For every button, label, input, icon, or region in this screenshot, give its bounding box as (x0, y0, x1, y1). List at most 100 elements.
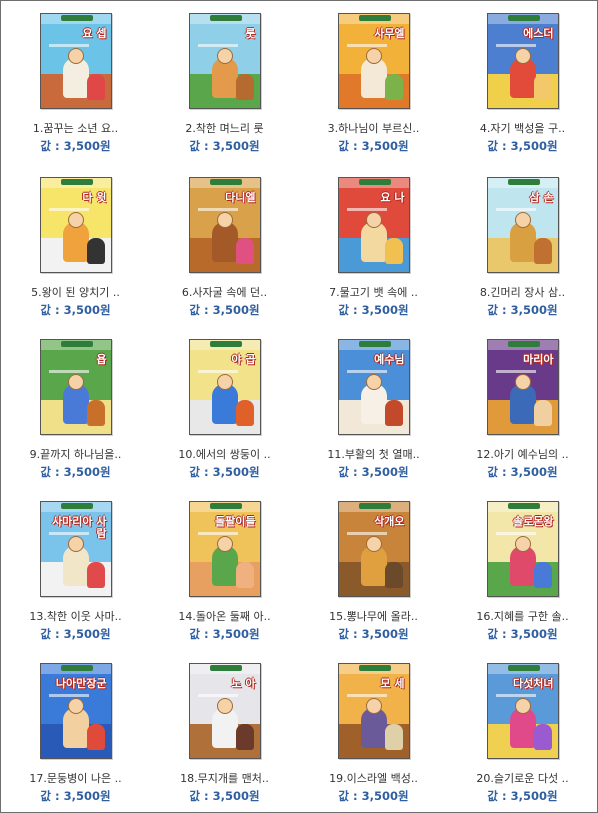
book-title-link[interactable]: 14.돌아온 둘째 아.. (150, 608, 299, 624)
book-item: 룻 2.착한 며느리 룻값 : 3,500원 (150, 1, 299, 165)
book-cover-image[interactable]: 사무엘 (337, 13, 410, 109)
book-title-link[interactable]: 9.끝까지 하나님을.. (1, 446, 150, 462)
book-price: 값 : 3,500원 (338, 789, 409, 803)
book-cover-image[interactable]: 요 나 (337, 177, 410, 273)
book-title-link[interactable]: 13.착한 이웃 사마.. (1, 608, 150, 624)
book-title-link[interactable]: 12.아기 예수님의 .. (448, 446, 597, 462)
cover-subtitle-line (495, 694, 536, 697)
book-title-link[interactable]: 20.슬기로운 다섯 .. (448, 770, 597, 786)
cover-character-head (216, 374, 233, 390)
series-logo (507, 179, 540, 185)
book-title-link[interactable]: 18.무지개를 맨처.. (150, 770, 299, 786)
book-cover-image[interactable]: 야 곱 (188, 339, 261, 435)
book-item: 야 곱 10.에서의 쌍둥이 .. 값 : 3,500원 (150, 327, 299, 489)
book-item: 마리아 12.아기 예수님의 .. 값 : 3,500원 (448, 327, 597, 489)
cover-subtitle-line (495, 532, 536, 535)
book-list-panel: 요 셉 1.꿈꾸는 소년 요.. 값 : 3,500원 룻 2.착한 며느리 룻값 : … (0, 0, 598, 813)
book-title-link[interactable]: 11.부활의 첫 열매.. (299, 446, 448, 462)
book-cover-image[interactable]: 모 세 (337, 663, 410, 759)
cover-title: 삼 손 (529, 191, 554, 204)
book-item: 사무엘 3.하나님이 부르신.. 값 : 3,500원 (299, 1, 448, 165)
book-cover-image[interactable]: 룻 (188, 13, 261, 109)
cover-title: 모 세 (380, 677, 405, 690)
book-item: 욥 9.끝까지 하나님을.. 값 : 3,500원 (1, 327, 150, 489)
cover-subtitle-line (48, 44, 89, 47)
cover-character-body (509, 546, 536, 586)
book-price: 값 : 3,500원 (487, 789, 558, 803)
book-price: 값 : 3,500원 (40, 139, 111, 153)
cover-character-head (67, 374, 84, 390)
cover-character-head (514, 374, 531, 390)
cover-character-head (365, 212, 382, 228)
book-cover-image[interactable]: 돌팔이들 (188, 501, 261, 597)
series-logo (358, 665, 391, 671)
book-cover-image[interactable]: 사마리아 사람 (39, 501, 112, 597)
cover-character-head (514, 212, 531, 228)
cover-title: 요 셉 (82, 27, 107, 40)
cover-title: 나아만장군 (55, 677, 107, 690)
book-item: 나아만장군 17.문둥병이 나은 .. 값 : 3,500원 (1, 651, 150, 812)
cover-subtitle-line (495, 208, 536, 211)
cover-character-body (211, 58, 238, 98)
book-price: 값 : 3,500원 (189, 627, 260, 641)
cover-character-head (365, 536, 382, 552)
cover-subtitle-line (346, 44, 387, 47)
cover-title: 예수님 (374, 353, 405, 366)
cover-subtitle-line (197, 694, 238, 697)
cover-character-body (62, 384, 89, 424)
book-cover-image[interactable]: 노 아 (188, 663, 261, 759)
book-cover-image[interactable]: 솔로몬왕 (486, 501, 559, 597)
book-title-link[interactable]: 6.사자굴 속에 던.. (150, 284, 299, 300)
cover-subtitle-line (346, 694, 387, 697)
series-logo (209, 15, 242, 21)
book-cover-image[interactable]: 다니엘 (188, 177, 261, 273)
series-logo (358, 179, 391, 185)
book-title-link[interactable]: 1.꿈꾸는 소년 요.. (1, 120, 150, 136)
book-cover-image[interactable]: 마리아 (486, 339, 559, 435)
book-cover-image[interactable]: 삭개오 (337, 501, 410, 597)
book-cover-image[interactable]: 다섯처녀 (486, 663, 559, 759)
cover-second-character (86, 74, 105, 100)
cover-subtitle-line (197, 208, 238, 211)
cover-second-character (533, 562, 552, 588)
book-cover-image[interactable]: 예수님 (337, 339, 410, 435)
book-cover-image[interactable]: 다 윗 (39, 177, 112, 273)
cover-character-head (67, 48, 84, 64)
book-title-link[interactable]: 3.하나님이 부르신.. (299, 120, 448, 136)
book-title-link[interactable]: 4.자기 백성을 구.. (448, 120, 597, 136)
book-item: 돌팔이들 14.돌아온 둘째 아.. 값 : 3,500원 (150, 489, 299, 651)
cover-second-character (86, 562, 105, 588)
book-title-link[interactable]: 2.착한 며느리 룻 (150, 120, 299, 136)
cover-title: 마리아 (523, 353, 554, 366)
book-title-link[interactable]: 15.뽕나무에 올라.. (299, 608, 448, 624)
book-price: 값 : 3,500원 (338, 139, 409, 153)
book-title-link[interactable]: 17.문둥병이 나은 .. (1, 770, 150, 786)
cover-title: 다섯처녀 (513, 677, 554, 690)
cover-second-character (86, 400, 105, 426)
book-title-link[interactable]: 19.이스라엘 백성.. (299, 770, 448, 786)
book-item: 사마리아 사람 13.착한 이웃 사마.. 값 : 3,500원 (1, 489, 150, 651)
cover-second-character (235, 74, 254, 100)
book-cover-image[interactable]: 삼 손 (486, 177, 559, 273)
cover-subtitle-line (197, 532, 238, 535)
cover-character-head (514, 536, 531, 552)
cover-character-head (216, 48, 233, 64)
book-cover-image[interactable]: 에스더 (486, 13, 559, 109)
series-logo (507, 341, 540, 347)
series-logo (60, 665, 93, 671)
book-price: 값 : 3,500원 (338, 627, 409, 641)
book-cover-image[interactable]: 나아만장군 (39, 663, 112, 759)
cover-character-head (67, 212, 84, 228)
cover-subtitle-line (346, 532, 387, 535)
book-cover-image[interactable]: 요 셉 (39, 13, 112, 109)
book-title-link[interactable]: 16.지혜를 구한 솔.. (448, 608, 597, 624)
cover-second-character (533, 74, 552, 100)
series-logo (60, 341, 93, 347)
book-title-link[interactable]: 8.긴머리 장사 삼.. (448, 284, 597, 300)
book-title-link[interactable]: 7.물고기 뱃 속에 .. (299, 284, 448, 300)
cover-character-body (509, 58, 536, 98)
cover-character-body (62, 58, 89, 98)
book-cover-image[interactable]: 욥 (39, 339, 112, 435)
book-title-link[interactable]: 5.왕이 된 양치기 .. (1, 284, 150, 300)
book-title-link[interactable]: 10.에서의 쌍둥이 .. (150, 446, 299, 462)
